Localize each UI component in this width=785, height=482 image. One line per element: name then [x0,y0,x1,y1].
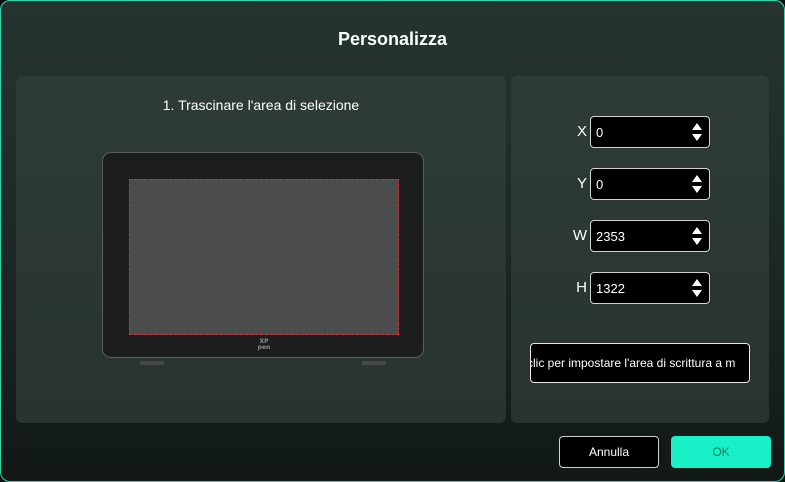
spin-up-icon[interactable] [692,175,702,182]
h-input[interactable] [596,273,686,303]
spin-arrows[interactable] [692,279,702,297]
ok-button[interactable]: OK [671,436,771,468]
y-label: Y [576,175,587,192]
spin-up-icon[interactable] [692,123,702,130]
spin-arrows[interactable] [692,123,702,141]
tablet-foot-left [140,361,164,365]
spin-up-icon[interactable] [692,279,702,286]
instruction-text: 1. Trascinare l'area di selezione [162,97,360,113]
tablet-foot-right [362,361,386,365]
spin-arrows[interactable] [692,175,702,193]
set-writing-area-button[interactable]: clic per impostare l'area di scrittura a… [530,343,750,383]
w-spinbox[interactable] [590,220,710,252]
tablet-preview: XP pen [102,152,424,358]
active-area-selection[interactable] [129,179,399,335]
w-label: W [572,227,587,244]
h-spinbox[interactable] [590,272,710,304]
coordinates-panel: X Y W [511,76,769,423]
spin-down-icon[interactable] [692,238,702,245]
h-label: H [576,279,587,296]
dialog-title: Personalizza [337,29,448,49]
spin-up-icon[interactable] [692,227,702,234]
w-input[interactable] [596,221,686,251]
y-spinbox[interactable] [590,168,710,200]
cancel-button[interactable]: Annulla [559,436,659,468]
y-input[interactable] [596,169,686,199]
tablet-logo-bottom: pen [257,344,271,351]
customize-dialog: Personalizza 1. Trascinare l'area di sel… [0,0,785,482]
set-writing-area-label: clic per impostare l'area di scrittura a… [530,356,736,370]
x-input[interactable] [596,117,686,147]
spin-down-icon[interactable] [692,290,702,297]
selection-panel: 1. Trascinare l'area di selezione XP pen [16,76,506,423]
x-spinbox[interactable] [590,116,710,148]
spin-down-icon[interactable] [692,134,702,141]
spin-arrows[interactable] [692,227,702,245]
x-label: X [576,123,587,140]
spin-down-icon[interactable] [692,186,702,193]
tablet-logo: XP pen [253,339,275,351]
